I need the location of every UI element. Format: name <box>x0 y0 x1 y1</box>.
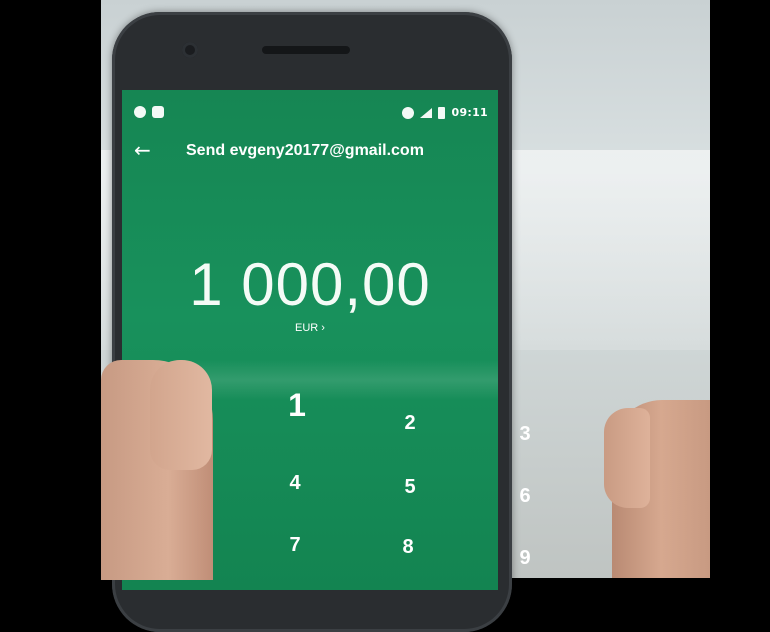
key-5[interactable]: 5 <box>380 467 440 507</box>
status-left-icons <box>134 106 164 118</box>
front-camera-icon <box>182 42 198 58</box>
key-1[interactable]: 1 <box>267 385 327 425</box>
status-bar: 09:11 <box>122 104 498 124</box>
currency-selector[interactable]: EUR › <box>122 322 498 334</box>
left-thumb <box>150 360 212 470</box>
signal-icon <box>420 107 433 118</box>
arrow-left-icon[interactable]: ← <box>134 138 151 162</box>
status-clock: 09:11 <box>451 106 488 119</box>
key-8[interactable]: 8 <box>378 527 438 567</box>
earpiece-speaker <box>262 46 350 54</box>
page-title: Send evgeny20177@gmail.com <box>186 142 424 159</box>
amount-display: 1 000,00 <box>189 251 431 318</box>
key-9[interactable]: 9 <box>495 538 555 578</box>
right-thumb <box>604 408 650 508</box>
app-bar: ← Send evgeny20177@gmail.com <box>122 138 498 168</box>
key-6[interactable]: 6 <box>495 476 555 516</box>
chat-bubble-icon <box>134 106 146 118</box>
key-4[interactable]: 4 <box>265 463 325 503</box>
do-not-disturb-icon <box>402 106 415 119</box>
key-3[interactable]: 3 <box>495 414 555 454</box>
key-7[interactable]: 7 <box>265 525 325 565</box>
status-right-icons: 09:11 <box>402 106 488 119</box>
key-2[interactable]: 2 <box>380 403 440 443</box>
battery-icon <box>438 106 446 119</box>
bus-icon <box>152 106 164 118</box>
